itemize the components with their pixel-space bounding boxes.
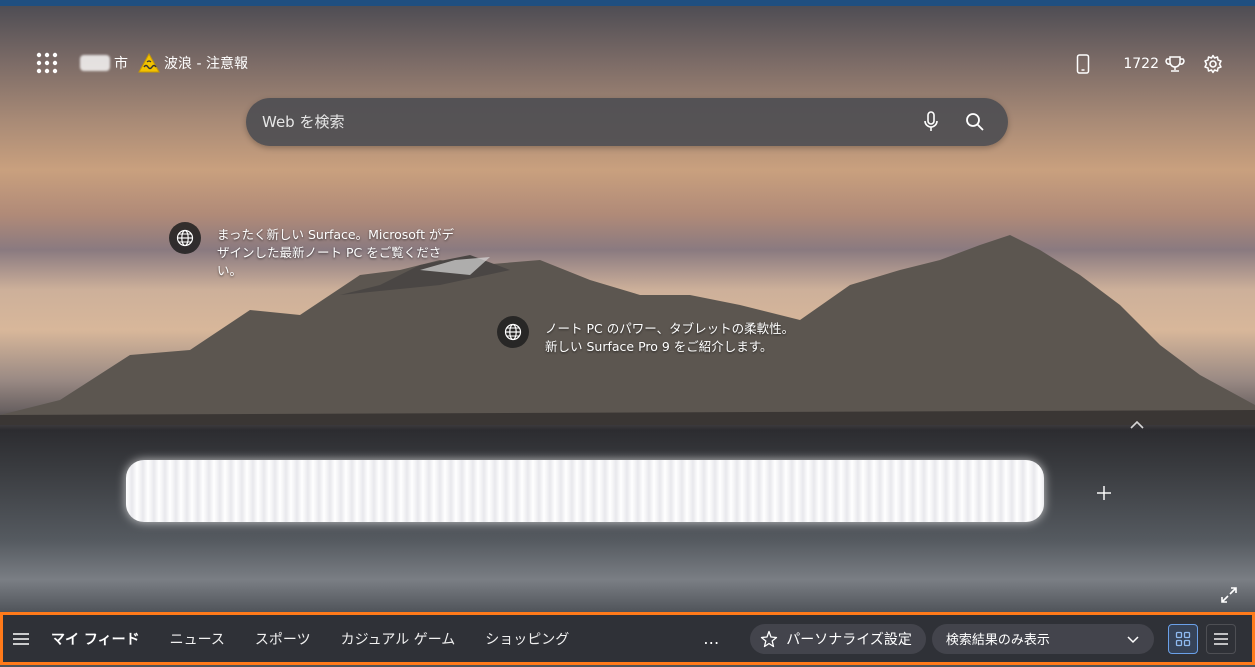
weather-alert-text: 波浪 - 注意報 <box>164 56 248 72</box>
personalize-label: パーソナライズ設定 <box>786 631 912 648</box>
trophy-icon <box>1165 56 1185 72</box>
view-mode-selected: 検索結果のみ表示 <box>945 633 1050 648</box>
mobile-phone-icon[interactable] <box>1069 50 1097 78</box>
warning-icon <box>138 53 160 73</box>
location-weather[interactable]: 市 波浪 - 注意報 <box>80 53 248 73</box>
hotspot-surface-pro-9[interactable]: ノート PC のパワー、タブレットの柔軟性。新しい Surface Pro 9 … <box>497 316 795 356</box>
grid-view-button[interactable] <box>1167 623 1198 654</box>
list-view-icon <box>1213 632 1228 645</box>
hotspot-surface-laptop[interactable]: まったく新しい Surface。Microsoft がデザインした最新ノート P… <box>169 222 457 280</box>
window-top-strip <box>0 0 1255 6</box>
microphone-icon[interactable] <box>914 105 948 139</box>
sparkle-star-icon <box>761 630 778 647</box>
city-suffix: 市 <box>114 56 128 72</box>
tab-sports[interactable]: スポーツ <box>255 629 311 649</box>
redacted-city-name <box>80 55 110 71</box>
rewards-points[interactable]: 1722 <box>1123 54 1185 74</box>
globe-icon[interactable] <box>497 316 529 348</box>
search-icon[interactable] <box>958 105 992 139</box>
redacted-quick-links-bar <box>126 460 1044 522</box>
hamburger-menu-icon[interactable] <box>9 627 33 651</box>
view-mode-select[interactable]: 検索結果のみ表示 <box>931 623 1154 654</box>
chevron-down-icon <box>1127 635 1139 643</box>
tab-shopping[interactable]: ショッピング <box>485 629 569 649</box>
rewards-points-count: 1722 <box>1123 56 1159 72</box>
tab-casual-games[interactable]: カジュアル ゲーム <box>341 629 456 649</box>
web-search-box <box>246 98 1008 146</box>
apps-grid-icon[interactable] <box>36 52 58 74</box>
grid-view-icon <box>1175 631 1191 646</box>
search-input[interactable] <box>262 113 904 131</box>
tab-news[interactable]: ニュース <box>170 629 225 649</box>
hotspot-text[interactable]: まったく新しい Surface。Microsoft がデザインした最新ノート P… <box>217 226 457 280</box>
globe-icon[interactable] <box>169 222 201 254</box>
tab-my-feed[interactable]: マイ フィード <box>51 629 140 649</box>
more-tabs-button[interactable]: … <box>703 629 720 648</box>
add-quick-link-icon[interactable] <box>1094 483 1114 503</box>
top-right-controls: 1722 <box>1069 50 1227 78</box>
expand-icon[interactable] <box>1220 586 1238 604</box>
chevron-up-icon[interactable] <box>1128 418 1146 432</box>
feed-tabs: マイ フィード ニュース スポーツ カジュアル ゲーム ショッピング <box>51 629 569 649</box>
hotspot-text[interactable]: ノート PC のパワー、タブレットの柔軟性。新しい Surface Pro 9 … <box>545 320 795 356</box>
feed-navigation-bar: マイ フィード ニュース スポーツ カジュアル ゲーム ショッピング … パーソ… <box>0 612 1255 665</box>
settings-gear-icon[interactable] <box>1199 50 1227 78</box>
personalize-button[interactable]: パーソナライズ設定 <box>750 623 926 654</box>
list-view-button[interactable] <box>1205 623 1236 654</box>
